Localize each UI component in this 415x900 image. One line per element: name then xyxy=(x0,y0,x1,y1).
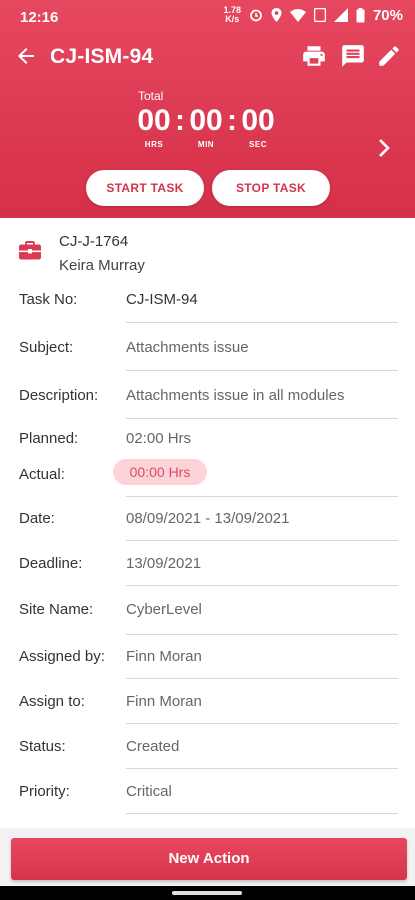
client-name: Keira Murray xyxy=(59,257,145,274)
alarm-icon xyxy=(250,9,262,22)
date-label: Date: xyxy=(19,510,55,527)
site-name-label: Site Name: xyxy=(19,601,94,618)
wifi-icon xyxy=(289,8,306,22)
timer-seconds: 00 SEC xyxy=(241,104,275,149)
task-timer: 00 HRS : 00 MIN : 00 SEC xyxy=(137,104,275,149)
divider xyxy=(126,634,398,635)
description-label: Description: xyxy=(19,387,99,404)
subject-label: Subject: xyxy=(19,339,74,356)
assigned-by-label: Assigned by: xyxy=(19,648,105,665)
timer-total-label: Total xyxy=(138,89,164,103)
timer-minutes: 00 MIN xyxy=(189,104,223,149)
deadline-value: 13/09/2021 xyxy=(126,555,202,572)
divider xyxy=(126,496,398,497)
chevron-right-icon[interactable] xyxy=(373,136,395,160)
subject-value: Attachments issue xyxy=(126,339,249,356)
job-reference: CJ-J-1764 xyxy=(59,233,129,250)
task-no-value: CJ-ISM-94 xyxy=(126,291,198,308)
status-label: Status: xyxy=(19,738,66,755)
planned-value: 02:00 Hrs xyxy=(126,430,192,447)
status-icons: 1.78 K/s 70% xyxy=(223,6,403,24)
app-bar: CJ-ISM-94 xyxy=(0,34,415,78)
status-bar: 12:16 1.78 K/s 70% xyxy=(0,0,415,34)
home-handle[interactable] xyxy=(172,891,242,895)
actual-label: Actual: xyxy=(19,466,65,483)
battery-percent: 70% xyxy=(372,6,403,24)
description-value: Attachments issue in all modules xyxy=(126,387,345,404)
status-time: 12:16 xyxy=(20,9,59,26)
start-task-button[interactable]: START TASK xyxy=(86,170,204,206)
assigned-by-value: Finn Moran xyxy=(126,648,202,665)
stop-task-button[interactable]: STOP TASK xyxy=(212,170,330,206)
briefcase-icon xyxy=(19,241,41,260)
task-no-label: Task No: xyxy=(19,291,78,308)
print-icon[interactable] xyxy=(301,43,327,69)
deadline-label: Deadline: xyxy=(19,555,83,572)
divider xyxy=(126,322,398,323)
planned-label: Planned: xyxy=(19,430,79,447)
new-action-button[interactable]: New Action xyxy=(11,838,407,880)
divider xyxy=(126,678,398,679)
actual-hours-badge: 00:00 Hrs xyxy=(113,459,207,485)
divider xyxy=(126,418,398,419)
divider xyxy=(126,768,398,769)
assign-to-label: Assign to: xyxy=(19,693,85,710)
battery-icon xyxy=(356,7,365,22)
timer-hours: 00 HRS xyxy=(137,104,171,149)
page-title: CJ-ISM-94 xyxy=(50,45,154,68)
edit-icon[interactable] xyxy=(376,43,402,69)
signal-icon xyxy=(333,8,348,22)
divider xyxy=(126,723,398,724)
sim-icon xyxy=(313,8,326,22)
site-name-value: CyberLevel xyxy=(126,601,202,618)
assign-to-value: Finn Moran xyxy=(126,693,202,710)
date-range-value: 08/09/2021 - 13/09/2021 xyxy=(126,510,290,527)
back-arrow-icon[interactable] xyxy=(14,44,38,68)
system-nav-bar xyxy=(0,886,415,900)
net-speed: 1.78 K/s xyxy=(223,5,241,24)
priority-value: Critical xyxy=(126,783,172,800)
divider xyxy=(126,813,398,814)
location-icon xyxy=(271,8,282,22)
comment-icon[interactable] xyxy=(340,43,366,69)
divider xyxy=(126,370,398,371)
divider xyxy=(126,540,398,541)
status-value: Created xyxy=(126,738,180,755)
divider xyxy=(126,585,398,586)
priority-label: Priority: xyxy=(19,783,70,800)
